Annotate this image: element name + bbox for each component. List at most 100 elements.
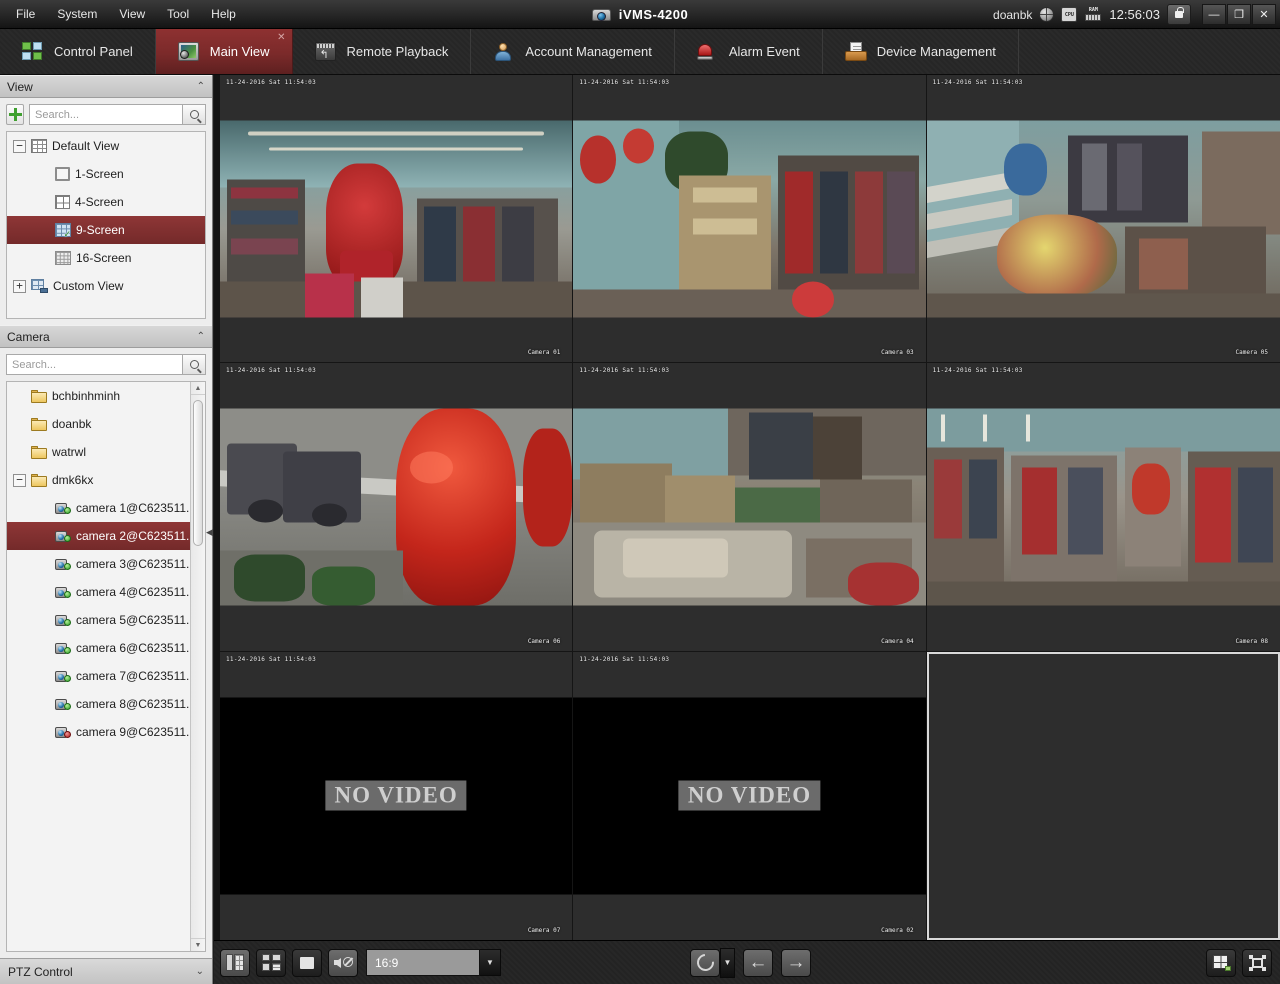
camera-icon <box>55 726 71 739</box>
restore-button[interactable]: ❐ <box>1227 4 1251 25</box>
video-cell-1[interactable]: 11-24-2016 Sat 11:54:03 Camera 01 <box>220 75 574 364</box>
fullscreen-icon <box>1248 954 1266 971</box>
tab-account-management[interactable]: Account Management <box>471 29 675 74</box>
video-cell-4[interactable]: 11-24-2016 Sat 11:54:03 Camera 06 <box>220 363 574 652</box>
video-cell-2[interactable]: 11-24-2016 Sat 11:54:03 Camera 03 <box>573 75 927 364</box>
window-division-button[interactable] <box>1206 948 1236 977</box>
tree-item-label: dmk6kx <box>52 473 94 487</box>
fullscreen-button[interactable] <box>1242 948 1272 977</box>
tree-item-9-screen[interactable]: 9-Screen <box>7 216 205 244</box>
lock-icon[interactable] <box>1167 4 1191 25</box>
menu-item-system[interactable]: System <box>47 3 107 25</box>
view-tree[interactable]: − Default View 1-Screen 4-Screen 9-Scree… <box>6 131 206 319</box>
menu-item-file[interactable]: File <box>6 3 45 25</box>
cpu-icon[interactable]: CPU <box>1061 7 1078 22</box>
tree-item-watrwl[interactable]: watrwl <box>7 438 205 466</box>
scroll-down-icon[interactable]: ▼ <box>191 938 205 951</box>
camera-icon <box>55 586 71 599</box>
chevron-down-icon[interactable]: ▼ <box>480 949 501 976</box>
expander-toggle[interactable]: − <box>13 139 26 153</box>
tree-item-camera-6[interactable]: camera 6@C623511... <box>7 634 205 662</box>
video-cell-9[interactable] <box>926 651 1280 940</box>
tree-item-label: camera 7@C623511... <box>76 669 197 683</box>
menu-item-tool[interactable]: Tool <box>157 3 199 25</box>
tree-item-label: camera 4@C623511... <box>76 585 197 599</box>
grid-panel-icon <box>22 41 44 62</box>
camera-tree[interactable]: bchbinhminh doanbk watrwl − dmk6kx camer… <box>6 381 206 952</box>
camera-panel-header[interactable]: Camera ⌃ <box>0 325 212 348</box>
expander-toggle[interactable]: + <box>13 279 26 293</box>
sidebar-collapse-handle[interactable]: ◀ <box>205 515 214 550</box>
tab-remote-playback[interactable]: ↰ Remote Playback <box>293 29 472 74</box>
expander-toggle[interactable]: − <box>13 473 26 487</box>
auto-switch-dropdown[interactable]: ▼ <box>720 947 735 978</box>
osd-timestamp: 11-24-2016 Sat 11:54:03 <box>226 79 316 86</box>
menu-item-view[interactable]: View <box>109 3 155 25</box>
window-buttons: — ❐ ✕ <box>1202 4 1276 25</box>
tree-item-camera-5[interactable]: camera 5@C623511... <box>7 606 205 634</box>
tab-device-management[interactable]: Device Management <box>823 29 1019 74</box>
no-video-placeholder: NO VIDEO <box>573 697 926 895</box>
view-search-button[interactable] <box>183 104 206 125</box>
tree-item-1-screen[interactable]: 1-Screen <box>7 160 205 188</box>
previous-page-button[interactable]: ← <box>743 948 773 977</box>
scrollbar-thumb[interactable] <box>193 400 203 546</box>
menu-item-help[interactable]: Help <box>201 3 246 25</box>
aspect-ratio-value[interactable]: 16:9 <box>366 949 480 976</box>
view-search-input[interactable] <box>29 104 183 125</box>
camera-label: Camera 08 <box>1235 637 1268 645</box>
minimize-button[interactable]: — <box>1202 4 1226 25</box>
video-cell-6[interactable]: 11-24-2016 Sat 11:54:03 Camera 08 <box>926 363 1280 652</box>
app-title: iVMS-4200 <box>618 7 689 22</box>
mute-button[interactable] <box>328 948 358 977</box>
camera-tree-scrollbar[interactable]: ▲ ▼ <box>190 382 205 951</box>
ram-icon[interactable]: RAM <box>1084 7 1102 22</box>
camera-search-input[interactable] <box>6 354 183 375</box>
view-panel-title: View <box>7 79 33 94</box>
tab-alarm-event[interactable]: Alarm Event <box>675 29 823 74</box>
tree-item-camera-7[interactable]: camera 7@C623511... <box>7 662 205 690</box>
layout-icon <box>1211 954 1231 971</box>
globe-icon[interactable] <box>1039 7 1055 22</box>
auto-switch-button[interactable] <box>690 948 720 977</box>
tree-item-dmk6kx[interactable]: − dmk6kx <box>7 466 205 494</box>
tree-item-4-screen[interactable]: 4-Screen <box>7 188 205 216</box>
tree-item-doanbk[interactable]: doanbk <box>7 410 205 438</box>
ptz-control-header[interactable]: PTZ Control ⌄ <box>0 958 212 984</box>
multi-capture-button[interactable] <box>256 948 286 977</box>
tree-item-camera-1[interactable]: camera 1@C623511... <box>7 494 205 522</box>
tree-item-camera-2[interactable]: camera 2@C623511... <box>7 522 205 550</box>
tree-item-16-screen[interactable]: 16-Screen <box>7 244 205 272</box>
view-panel-header[interactable]: View ⌃ <box>0 75 212 98</box>
aspect-ratio-select[interactable]: 16:9 ▼ <box>366 949 501 976</box>
tree-item-camera-8[interactable]: camera 8@C623511... <box>7 690 205 718</box>
tab-control-panel[interactable]: Control Panel <box>0 29 156 74</box>
video-cell-3[interactable]: 11-24-2016 Sat 11:54:03 Camera 05 <box>926 75 1280 364</box>
camera-search-row <box>0 348 212 381</box>
next-page-button[interactable]: → <box>781 948 811 977</box>
tree-item-custom-view[interactable]: + Custom View <box>7 272 205 300</box>
tab-main-view-close-icon[interactable]: ✕ <box>277 33 285 43</box>
tree-item-default-view[interactable]: − Default View <box>7 132 205 160</box>
stop-all-button[interactable] <box>292 948 322 977</box>
scroll-up-icon[interactable]: ▲ <box>191 382 205 395</box>
chevron-up-icon[interactable]: ⌃ <box>197 81 205 92</box>
video-cell-5[interactable]: 11-24-2016 Sat 11:54:03 Camera 04 <box>573 363 927 652</box>
camera-search-button[interactable] <box>183 354 206 375</box>
close-button[interactable]: ✕ <box>1252 4 1276 25</box>
add-view-button[interactable] <box>6 104 24 125</box>
tab-control-panel-label: Control Panel <box>54 44 133 59</box>
tree-item-camera-4[interactable]: camera 4@C623511... <box>7 578 205 606</box>
tree-item-camera-9[interactable]: camera 9@C623511... <box>7 718 205 746</box>
video-stream <box>220 408 573 606</box>
tree-item-camera-3[interactable]: camera 3@C623511... <box>7 550 205 578</box>
chevron-up-icon[interactable]: ⌃ <box>197 331 205 342</box>
capture-icon <box>226 954 244 971</box>
chevron-down-icon[interactable]: ⌄ <box>196 966 204 977</box>
video-cell-8[interactable]: NO VIDEO 11-24-2016 Sat 11:54:03 Camera … <box>573 651 927 940</box>
tree-item-label: doanbk <box>52 417 92 431</box>
video-cell-7[interactable]: NO VIDEO 11-24-2016 Sat 11:54:03 Camera … <box>220 651 574 940</box>
capture-button[interactable] <box>220 948 250 977</box>
tree-item-bchbinhminh[interactable]: bchbinhminh <box>7 382 205 410</box>
tab-main-view[interactable]: Main View ✕ <box>155 29 293 74</box>
